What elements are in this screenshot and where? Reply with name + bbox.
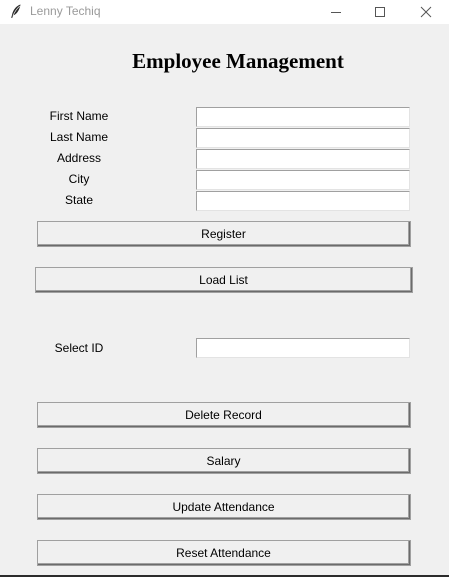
close-button[interactable] xyxy=(404,0,448,24)
select-id-label: Select ID xyxy=(54,341,104,355)
address-input[interactable] xyxy=(196,149,410,169)
minimize-icon xyxy=(330,6,342,18)
salary-button[interactable]: Salary xyxy=(37,448,411,474)
reset-attendance-button[interactable]: Reset Attendance xyxy=(37,540,411,566)
first-name-label: First Name xyxy=(49,109,109,123)
title-bar[interactable]: Lenny Techiq xyxy=(0,0,449,24)
close-icon xyxy=(420,6,432,18)
maximize-button[interactable] xyxy=(358,0,402,24)
first-name-input[interactable] xyxy=(196,107,410,127)
maximize-icon xyxy=(374,6,386,18)
app-window: Lenny Techiq Employee Management First N… xyxy=(0,0,449,577)
load-list-button[interactable]: Load List xyxy=(35,267,413,293)
update-attendance-button[interactable]: Update Attendance xyxy=(37,494,411,520)
minimize-button[interactable] xyxy=(314,0,358,24)
state-input[interactable] xyxy=(196,191,410,211)
city-input[interactable] xyxy=(196,170,410,190)
delete-record-button[interactable]: Delete Record xyxy=(37,402,411,428)
feather-icon xyxy=(8,3,24,19)
window-title: Lenny Techiq xyxy=(30,4,101,18)
select-id-input[interactable] xyxy=(196,338,410,358)
state-label: State xyxy=(64,193,94,207)
last-name-label: Last Name xyxy=(49,130,109,144)
page-title: Employee Management xyxy=(132,49,344,73)
city-label: City xyxy=(68,172,90,186)
register-button[interactable]: Register xyxy=(37,221,411,247)
address-label: Address xyxy=(56,151,102,165)
last-name-input[interactable] xyxy=(196,128,410,148)
